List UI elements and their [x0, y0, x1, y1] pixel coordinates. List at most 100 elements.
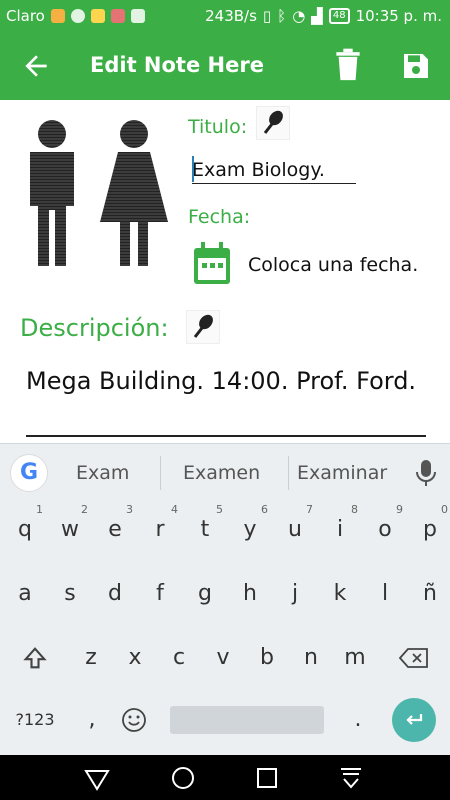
page-title: Edit Note Here [90, 53, 264, 77]
key[interactable]: f [138, 566, 182, 622]
period-key[interactable]: . [336, 692, 380, 748]
key[interactable]: o9 [363, 502, 407, 558]
key[interactable]: y6 [228, 502, 272, 558]
battery-icon: 48 [328, 8, 350, 24]
play-store-icon [90, 9, 105, 23]
fecha-value[interactable]: Coloca una fecha. [248, 254, 418, 276]
text-cursor [192, 156, 194, 182]
key-hint: 0 [441, 503, 448, 516]
key[interactable]: b [245, 630, 289, 686]
key[interactable]: t5 [183, 502, 227, 558]
signal-icon: ▟ [311, 7, 323, 25]
bluetooth-icon: ᛒ [277, 7, 287, 25]
key-label: w [61, 517, 79, 542]
carrier-label: Claro [6, 7, 45, 25]
emoji-key[interactable] [112, 692, 156, 748]
key-label: i [336, 517, 344, 542]
microphone-icon[interactable] [256, 106, 290, 140]
suggestion-strip: G Exam Examen Examinar [0, 444, 450, 502]
key-label: q [18, 517, 32, 542]
descripcion-underline [26, 435, 426, 437]
key-label: e [108, 517, 122, 542]
key-hint: 5 [216, 503, 223, 516]
key[interactable]: ñ [408, 566, 450, 622]
key[interactable]: r4 [138, 502, 182, 558]
microphone-icon[interactable] [186, 310, 220, 344]
floppy-disk-icon[interactable] [400, 50, 432, 82]
clock: 10:35 p. m. [355, 7, 442, 25]
key[interactable]: p0 [408, 502, 450, 558]
key-hint: 1 [36, 503, 43, 516]
key-hint: 6 [261, 503, 268, 516]
key[interactable]: i8 [318, 502, 362, 558]
soft-keyboard: G Exam Examen Examinar q1w2e3r4t5y6u7i8o… [0, 443, 450, 755]
message-icon [50, 9, 65, 23]
key[interactable]: q1 [3, 502, 47, 558]
trash-icon[interactable] [334, 48, 362, 82]
key[interactable]: n [289, 630, 333, 686]
key-label: u [288, 517, 302, 542]
note-form: Titulo: Fecha: Coloca una fecha. Descrip… [0, 100, 450, 443]
key-hint: 2 [81, 503, 88, 516]
key[interactable]: d [93, 566, 137, 622]
app-bar: Edit Note Here [0, 32, 450, 100]
key-hint: 4 [171, 503, 178, 516]
keyboard-hide-icon[interactable] [336, 763, 366, 793]
wifi-icon: ◔ [292, 7, 306, 25]
net-speed: 243B/s [205, 7, 257, 25]
suggestion-item[interactable]: Examinar [297, 462, 387, 484]
key[interactable]: g [183, 566, 227, 622]
shift-key[interactable] [13, 630, 57, 686]
key-label: p [423, 517, 437, 542]
key[interactable]: w2 [48, 502, 92, 558]
descripcion-label: Descripción: [20, 314, 169, 342]
status-bar: Claro 243B/s ▯ ᛒ ◔ ▟ 48 10:35 p. m. [0, 0, 450, 32]
key-label: y [243, 517, 257, 542]
home-circle-icon[interactable] [168, 763, 198, 793]
whatsapp-icon [70, 9, 85, 23]
titulo-label: Titulo: [188, 116, 248, 138]
key[interactable]: s [48, 566, 92, 622]
back-triangle-icon[interactable] [82, 763, 112, 793]
key[interactable]: k [318, 566, 362, 622]
titulo-input[interactable] [192, 156, 356, 184]
calendar-icon[interactable] [192, 242, 232, 286]
key-hint: 7 [306, 503, 313, 516]
enter-key[interactable] [392, 698, 436, 742]
app-notification-icon [110, 9, 125, 23]
comma-key[interactable]: , [70, 692, 114, 748]
key[interactable]: v [201, 630, 245, 686]
key[interactable]: z [69, 630, 113, 686]
key[interactable]: c [157, 630, 201, 686]
key-hint: 3 [126, 503, 133, 516]
backspace-key[interactable] [392, 630, 436, 686]
arrow-left-icon[interactable] [20, 50, 52, 82]
key[interactable]: j [273, 566, 317, 622]
space-bar[interactable] [170, 706, 324, 734]
suggestion-divider [288, 456, 289, 490]
key[interactable]: h [228, 566, 272, 622]
key-hint: 8 [351, 503, 358, 516]
key[interactable]: e3 [93, 502, 137, 558]
fecha-label: Fecha: [188, 206, 251, 228]
google-icon[interactable]: G [10, 454, 48, 492]
key[interactable]: m [333, 630, 377, 686]
key[interactable]: x [113, 630, 157, 686]
navigation-bar [0, 755, 450, 800]
suggestion-item[interactable]: Examen [183, 462, 260, 484]
microphone-icon[interactable] [414, 458, 438, 488]
key-label: r [155, 517, 165, 542]
symbols-key[interactable]: ?123 [13, 692, 57, 748]
suggestion-divider [160, 456, 161, 490]
suggestion-item[interactable]: Exam [76, 462, 129, 484]
key[interactable]: l [363, 566, 407, 622]
key[interactable]: u7 [273, 502, 317, 558]
descripcion-input[interactable]: Mega Building. 14:00. Prof. Ford. [26, 364, 426, 398]
key-hint: 9 [396, 503, 403, 516]
key-label: t [200, 517, 210, 542]
vibrate-icon: ▯ [262, 7, 272, 25]
key[interactable]: a [3, 566, 47, 622]
image-icon [130, 9, 145, 23]
recents-square-icon[interactable] [252, 763, 282, 793]
restroom-persons-image [10, 110, 176, 276]
